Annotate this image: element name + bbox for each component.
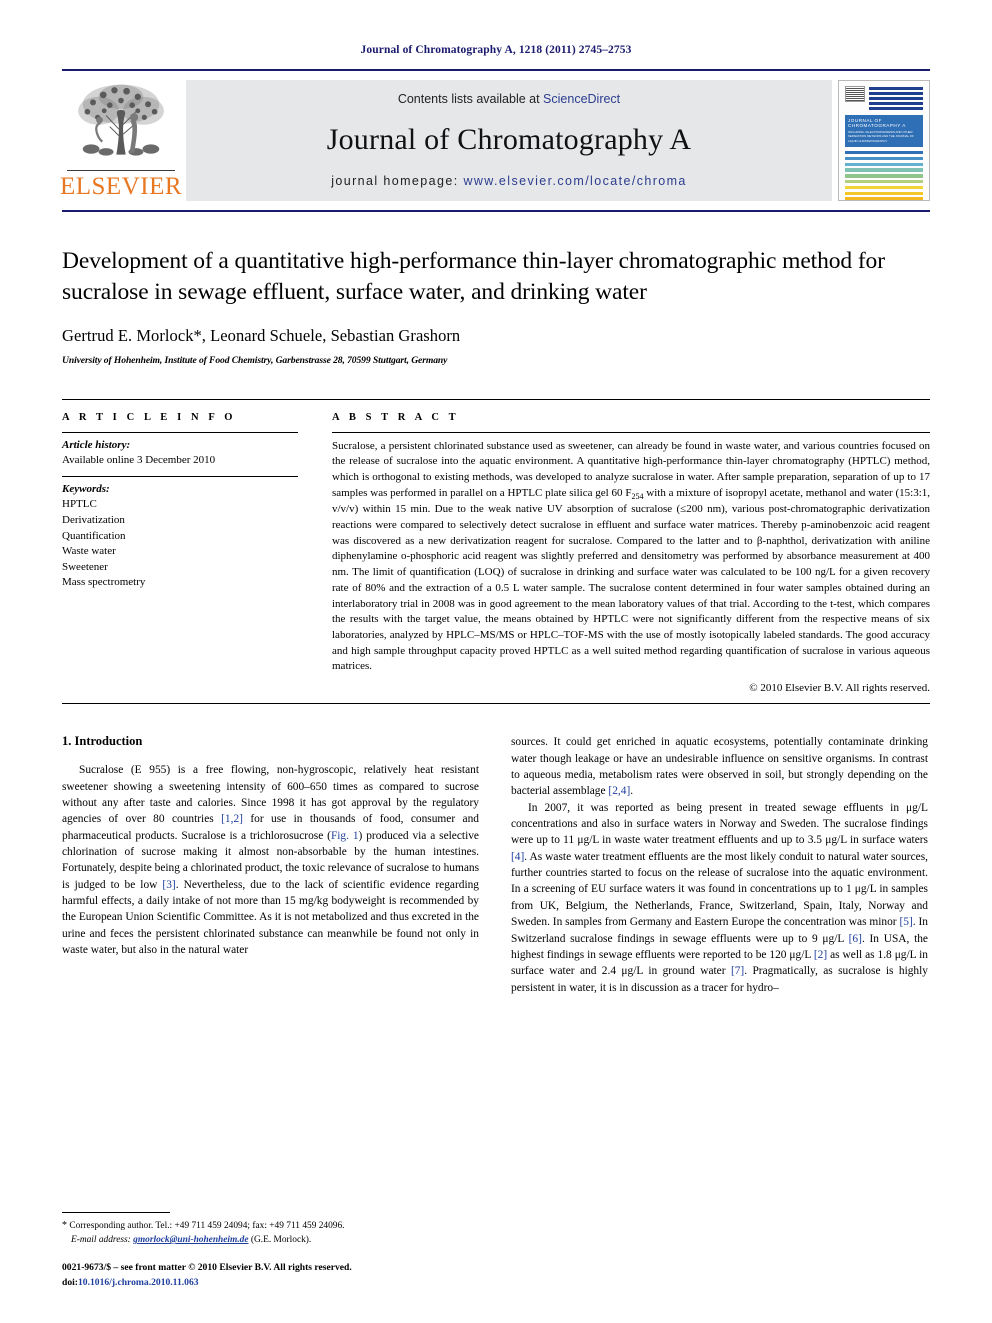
cover-stripe [845, 197, 923, 200]
article-history-value: Available online 3 December 2010 [62, 454, 216, 467]
journal-cover-thumbnail: JOURNAL OF CHROMATOGRAPHY A INCLUDING / … [838, 80, 930, 201]
footer-metadata: 0021-9673/$ – see front matter © 2010 El… [62, 1261, 479, 1290]
footnote-rule [62, 1212, 170, 1213]
abstract-rule-bottom [62, 703, 930, 705]
page-title: Development of a quantitative high-perfo… [62, 248, 885, 306]
article-history-group: Article history: Available online 3 Dece… [62, 433, 298, 476]
cover-subtitle: INCLUDING / ELECTROPHORESIS AND OTHER SE… [848, 130, 914, 143]
cover-title: JOURNAL OF CHROMATOGRAPHY A [848, 118, 906, 128]
info-abstract-region: A R T I C L E I N F O Article history: A… [62, 398, 930, 695]
doi-link[interactable]: 10.1016/j.chroma.2010.11.063 [78, 1277, 199, 1288]
contents-lists-line: Contents lists available at ScienceDirec… [398, 92, 620, 106]
citation-ref-2[interactable]: [2] [814, 949, 827, 961]
abstract-column: A B S T R A C T Sucralose, a persistent … [332, 411, 930, 695]
article-info-column: A R T I C L E I N F O Article history: A… [62, 412, 298, 695]
citation-ref-3[interactable]: [3] [162, 879, 175, 891]
footnote-area: * Corresponding author. Tel.: +49 711 45… [62, 1212, 479, 1290]
intro-paragraph-right-2: In 2007, it was reported as being presen… [511, 800, 928, 996]
abstract-text: Sucralose, a persistent chlorinated subs… [332, 433, 930, 676]
running-head: Journal of Chromatography A, 1218 (2011)… [360, 44, 632, 56]
cover-stripe [845, 185, 923, 190]
intro-right-1b: . [630, 785, 634, 798]
cover-bar-lines [869, 86, 923, 110]
keyword-item: Derivatization [62, 513, 125, 526]
keyword-item: Mass spectrometry [62, 576, 146, 589]
contents-prefix: Contents lists available at [397, 92, 544, 106]
email-suffix: (G.E. Morlock). [248, 1235, 312, 1246]
title-block: Development of a quantitative high-perfo… [62, 212, 930, 366]
keyword-item: Waste water [62, 545, 116, 558]
keywords-group: Keywords: HPTLC Derivatization Quantific… [62, 477, 298, 598]
homepage-label: journal homepage: [331, 174, 459, 188]
author-list: Gertrud E. Morlock*, Leonard Schuele, Se… [62, 325, 461, 345]
corresponding-author-note: * Corresponding author. Tel.: +49 711 45… [62, 1218, 479, 1247]
intro-right-2b: . As waste water treatment effluents are… [511, 850, 928, 929]
sciencedirect-banner: Contents lists available at ScienceDirec… [186, 80, 832, 201]
cover-stripe [845, 191, 923, 195]
figure-ref-1[interactable]: Fig. 1 [331, 830, 359, 842]
article-page: Journal of Chromatography A, 1218 (2011)… [0, 0, 992, 1323]
cover-stripe [845, 162, 923, 167]
citation-ref-1-2[interactable]: [1,2] [221, 813, 243, 825]
citation-ref-7[interactable]: [7] [731, 965, 744, 977]
cover-stripe [845, 179, 923, 184]
intro-paragraph-right-1: sources. It could get enriched in aquati… [511, 734, 928, 799]
cover-stripe [845, 168, 923, 172]
intro-right-2a: In 2007, it was reported as being presen… [511, 801, 928, 847]
abstract-text-part2: with a mixture of isopropyl acetate, met… [332, 486, 930, 673]
cover-title-band: JOURNAL OF CHROMATOGRAPHY A INCLUDING / … [845, 115, 923, 148]
abstract-subscript: 254 [631, 491, 644, 501]
citation-ref-6[interactable]: [6] [849, 933, 862, 945]
abstract-heading: A B S T R A C T [332, 411, 460, 423]
copyright-line: © 2010 Elsevier B.V. All rights reserved… [749, 682, 930, 695]
intro-right-1a: sources. It could get enriched in aquati… [511, 736, 928, 798]
journal-masthead: ELSEVIER Contents lists available at Sci… [59, 69, 930, 201]
journal-title: Journal of Chromatography A [326, 123, 692, 156]
issn-copyright-line: 0021-9673/$ – see front matter © 2010 El… [62, 1262, 352, 1274]
cover-publisher-icon [845, 86, 865, 102]
elsevier-tree-icon [78, 84, 164, 156]
body-columns: 1. Introduction Sucralose (E 955) is a f… [62, 734, 930, 996]
journal-homepage-line: journal homepage: www.elsevier.com/locat… [331, 174, 687, 188]
logo-divider [67, 169, 175, 171]
cover-header [845, 86, 923, 110]
doi-label: doi: [62, 1276, 78, 1288]
keyword-item: Sweetener [62, 560, 108, 573]
affiliation: University of Hohenheim, Institute of Fo… [62, 354, 448, 366]
section-heading-introduction: 1. Introduction [62, 734, 143, 749]
homepage-url-link[interactable]: www.elsevier.com/locate/chroma [463, 174, 686, 188]
keywords-label: Keywords: [62, 482, 110, 495]
sciencedirect-link[interactable]: ScienceDirect [543, 92, 620, 106]
cover-stripe [845, 156, 923, 161]
cover-stripe [845, 151, 923, 155]
cover-color-stripes [845, 151, 923, 200]
corresponding-author-text: Corresponding author. Tel.: +49 711 459 … [67, 1221, 345, 1231]
body-column-left: 1. Introduction Sucralose (E 955) is a f… [62, 734, 479, 996]
elsevier-wordmark: ELSEVIER [59, 173, 183, 200]
keyword-item: HPTLC [62, 498, 97, 511]
elsevier-logo: ELSEVIER [59, 80, 183, 201]
citation-ref-5[interactable]: [5] [899, 916, 912, 928]
email-label: E-mail address: [71, 1235, 131, 1246]
email-link[interactable]: gmorlock@uni-hohenheim.de [133, 1235, 248, 1245]
cover-stripe [845, 174, 923, 178]
citation-ref-4[interactable]: [4] [511, 851, 524, 863]
keyword-item: Quantification [62, 529, 126, 542]
article-info-heading: A R T I C L E I N F O [62, 411, 237, 423]
citation-ref-2-4[interactable]: [2,4] [608, 785, 630, 797]
body-column-right: sources. It could get enriched in aquati… [511, 734, 928, 996]
article-history-label: Article history: [62, 438, 131, 451]
intro-paragraph-left: Sucralose (E 955) is a free flowing, non… [62, 762, 479, 958]
